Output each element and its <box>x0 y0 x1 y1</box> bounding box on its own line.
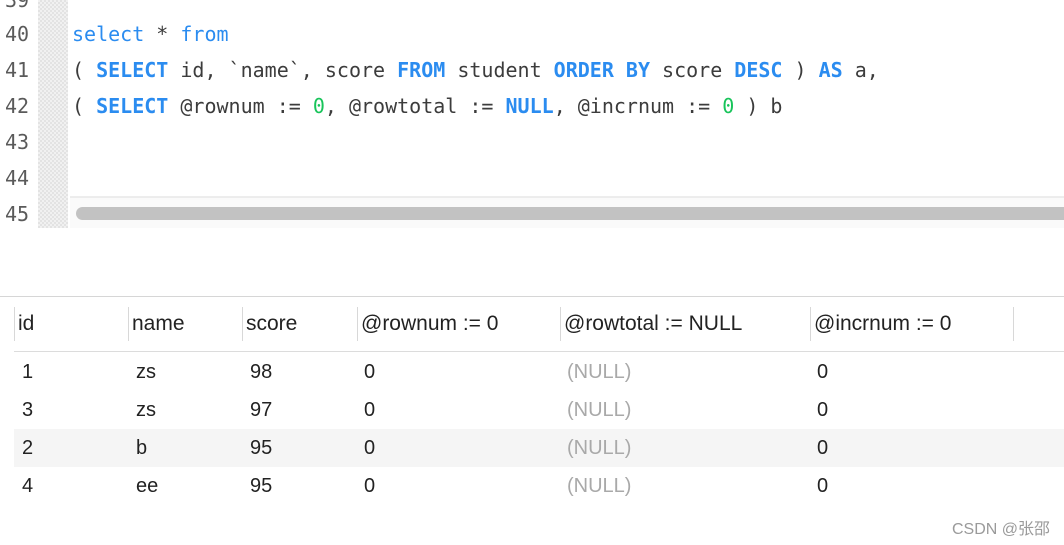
row-gutter <box>0 351 14 545</box>
column-divider[interactable] <box>14 307 15 341</box>
keyword: FROM <box>397 58 446 82</box>
code-line-40[interactable]: select * from <box>72 16 229 52</box>
table-row[interactable]: 2 b 95 0 (NULL) 0 <box>14 429 1064 467</box>
column-header-name[interactable]: name <box>132 297 185 351</box>
cell-rowtotal[interactable]: (NULL) <box>567 467 631 505</box>
cell-name[interactable]: b <box>136 429 147 467</box>
code-text: ( <box>72 58 97 82</box>
cell-id[interactable]: 1 <box>22 353 33 391</box>
cell-rowtotal[interactable]: (NULL) <box>567 429 631 467</box>
keyword: SELECT <box>96 58 169 82</box>
cell-incrnum[interactable]: 0 <box>817 467 828 505</box>
table-row[interactable]: 4 ee 95 0 (NULL) 0 <box>14 467 1064 505</box>
column-header-rowtotal[interactable]: @rowtotal := NULL <box>564 297 742 351</box>
cell-incrnum[interactable]: 0 <box>817 353 828 391</box>
cell-score[interactable]: 95 <box>250 429 272 467</box>
line-number: 42 <box>5 94 30 118</box>
code-text: ( <box>72 94 97 118</box>
line-number: 44 <box>5 166 30 190</box>
table-row[interactable]: 1 zs 98 0 (NULL) 0 <box>14 353 1064 391</box>
scrollbar-thumb[interactable] <box>76 207 1064 220</box>
line-number: 43 <box>5 130 30 154</box>
code-text: , @incrnum := <box>553 94 723 118</box>
operator: * <box>144 22 181 46</box>
keyword: NULL <box>505 94 554 118</box>
cell-incrnum[interactable]: 0 <box>817 429 828 467</box>
code-text: ) b <box>734 94 783 118</box>
column-divider[interactable] <box>242 307 243 341</box>
fold-margin[interactable] <box>38 0 70 228</box>
cell-rownum[interactable]: 0 <box>364 353 375 391</box>
line-number-gutter: 39 40 41 42 43 44 45 <box>0 0 38 228</box>
code-text: student <box>445 58 554 82</box>
cell-name[interactable]: zs <box>136 391 156 429</box>
grid-header: id name score @rownum := 0 @rowtotal := … <box>0 297 1064 352</box>
keyword: AS <box>818 58 843 82</box>
sql-editor[interactable]: 39 40 41 42 43 44 45 select * from ( SEL… <box>0 0 1064 228</box>
code-text: @rownum := <box>168 94 313 118</box>
number-literal: 0 <box>312 94 325 118</box>
cell-id[interactable]: 3 <box>22 391 33 429</box>
column-header-incrnum[interactable]: @incrnum := 0 <box>814 297 951 351</box>
column-header-id[interactable]: id <box>18 297 34 351</box>
code-line-41[interactable]: ( SELECT id, `name`, score FROM student … <box>72 52 879 88</box>
keyword: ORDER BY <box>553 58 650 82</box>
cell-rowtotal[interactable]: (NULL) <box>567 353 631 391</box>
column-divider[interactable] <box>1013 307 1014 341</box>
result-grid[interactable]: id name score @rownum := 0 @rowtotal := … <box>0 296 1064 545</box>
number-literal: 0 <box>722 94 735 118</box>
column-divider[interactable] <box>810 307 811 341</box>
cell-rownum[interactable]: 0 <box>364 467 375 505</box>
horizontal-scrollbar[interactable] <box>70 197 1064 228</box>
keyword: from <box>180 22 229 46</box>
code-text: score <box>650 58 735 82</box>
line-number: 41 <box>5 58 30 82</box>
code-text: ) <box>782 58 819 82</box>
keyword: SELECT <box>96 94 169 118</box>
keyword: DESC <box>734 58 783 82</box>
code-text: a, <box>842 58 879 82</box>
line-number: 45 <box>5 202 30 226</box>
code-text: , @rowtotal := <box>324 94 506 118</box>
cell-score[interactable]: 98 <box>250 353 272 391</box>
cell-score[interactable]: 97 <box>250 391 272 429</box>
watermark: CSDN @张邵 <box>951 521 1050 538</box>
cell-id[interactable]: 2 <box>22 429 33 467</box>
code-line-42[interactable]: ( SELECT @rownum := 0, @rowtotal := NULL… <box>72 88 782 124</box>
column-divider[interactable] <box>560 307 561 341</box>
column-divider[interactable] <box>357 307 358 341</box>
cell-name[interactable]: ee <box>136 467 158 505</box>
line-number: 40 <box>5 22 30 46</box>
column-divider[interactable] <box>128 307 129 341</box>
column-header-score[interactable]: score <box>246 297 297 351</box>
cell-id[interactable]: 4 <box>22 467 33 505</box>
current-line-highlight <box>70 156 1064 197</box>
cell-rownum[interactable]: 0 <box>364 391 375 429</box>
cell-score[interactable]: 95 <box>250 467 272 505</box>
cell-rownum[interactable]: 0 <box>364 429 375 467</box>
cell-rowtotal[interactable]: (NULL) <box>567 391 631 429</box>
cell-incrnum[interactable]: 0 <box>817 391 828 429</box>
column-header-rownum[interactable]: @rownum := 0 <box>361 297 498 351</box>
table-row[interactable]: 3 zs 97 0 (NULL) 0 <box>14 391 1064 429</box>
cell-name[interactable]: zs <box>136 353 156 391</box>
code-text: id, `name`, score <box>168 58 398 82</box>
keyword: select <box>72 22 145 46</box>
